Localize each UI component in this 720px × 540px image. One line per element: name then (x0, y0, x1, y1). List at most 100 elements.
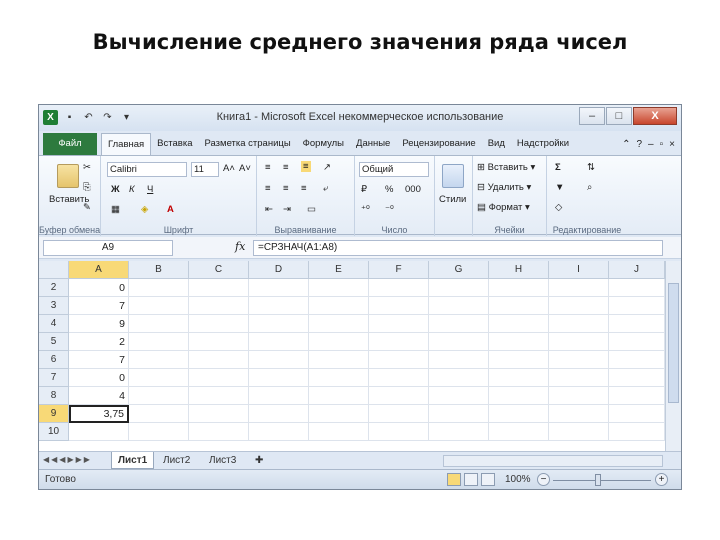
close-button[interactable]: X (633, 107, 677, 125)
cell-e5[interactable] (309, 333, 369, 351)
cell-d9[interactable] (249, 405, 309, 423)
cell-d2[interactable] (249, 279, 309, 297)
cell-g8[interactable] (429, 387, 489, 405)
cell-i2[interactable] (549, 279, 609, 297)
window-minimize-icon[interactable]: – (648, 139, 654, 150)
cell-c5[interactable] (189, 333, 249, 351)
cell-h2[interactable] (489, 279, 549, 297)
cell-f6[interactable] (369, 351, 429, 369)
cell-f8[interactable] (369, 387, 429, 405)
format-cells-button[interactable]: ▤ Формат ▾ (477, 202, 530, 213)
cell-e3[interactable] (309, 297, 369, 315)
cell-a5[interactable]: 2 (69, 333, 129, 351)
cell-j7[interactable] (609, 369, 665, 387)
cell-f3[interactable] (369, 297, 429, 315)
cell-e7[interactable] (309, 369, 369, 387)
insert-function-icon[interactable]: fx (235, 240, 245, 253)
cell-g5[interactable] (429, 333, 489, 351)
cell-i4[interactable] (549, 315, 609, 333)
row-header-10[interactable]: 10 (39, 423, 69, 441)
cell-a8[interactable]: 4 (69, 387, 129, 405)
row-header-8[interactable]: 8 (39, 387, 69, 405)
cell-d8[interactable] (249, 387, 309, 405)
cell-b6[interactable] (129, 351, 189, 369)
cell-c3[interactable] (189, 297, 249, 315)
tab-home[interactable]: Главная (101, 133, 152, 155)
bold-button[interactable]: Ж (111, 184, 120, 195)
cell-f9[interactable] (369, 405, 429, 423)
tab-page-layout[interactable]: Разметка страницы (198, 133, 296, 155)
cell-j5[interactable] (609, 333, 665, 351)
tab-file[interactable]: Файл (43, 133, 97, 155)
cell-e9[interactable] (309, 405, 369, 423)
align-top-icon[interactable]: ≡ (265, 162, 271, 173)
save-icon[interactable]: ▪ (62, 110, 77, 125)
cell-a3[interactable]: 7 (69, 297, 129, 315)
cell-h7[interactable] (489, 369, 549, 387)
styles-icon[interactable] (442, 164, 464, 188)
minimize-button[interactable]: – (579, 107, 605, 125)
align-right-icon[interactable]: ≡ (301, 183, 307, 194)
cell-h6[interactable] (489, 351, 549, 369)
cell-g3[interactable] (429, 297, 489, 315)
cell-d3[interactable] (249, 297, 309, 315)
cell-i8[interactable] (549, 387, 609, 405)
cut-icon[interactable]: ✂ (83, 162, 91, 173)
spreadsheet-grid[interactable]: A B C D E F G H I J 2 0 3 7 4 9 5 2 6 7 7 0 8 4 9 3,75 10 (39, 261, 665, 451)
row-header-7[interactable]: 7 (39, 369, 69, 387)
help-icon[interactable]: ? (636, 139, 642, 150)
fill-color-icon[interactable]: ◈ (141, 204, 148, 215)
cell-f5[interactable] (369, 333, 429, 351)
tab-data[interactable]: Данные (350, 133, 396, 155)
cell-a10[interactable] (69, 423, 129, 441)
cell-j4[interactable] (609, 315, 665, 333)
cell-j9[interactable] (609, 405, 665, 423)
autosum-button[interactable]: Σ (555, 162, 561, 173)
tab-addins[interactable]: Надстройки (511, 133, 575, 155)
cell-i9[interactable] (549, 405, 609, 423)
row-header-6[interactable]: 6 (39, 351, 69, 369)
cell-h4[interactable] (489, 315, 549, 333)
cell-i5[interactable] (549, 333, 609, 351)
cell-c7[interactable] (189, 369, 249, 387)
cell-f7[interactable] (369, 369, 429, 387)
cell-c10[interactable] (189, 423, 249, 441)
zoom-in-icon[interactable]: + (655, 473, 668, 486)
paste-icon[interactable] (57, 164, 79, 188)
sheet-tab-3[interactable]: Лист3 (203, 452, 242, 469)
column-header-d[interactable]: D (249, 261, 309, 279)
cell-g2[interactable] (429, 279, 489, 297)
cell-g9[interactable] (429, 405, 489, 423)
thousands-button[interactable]: 000 (405, 184, 421, 195)
cell-g7[interactable] (429, 369, 489, 387)
cell-a6[interactable]: 7 (69, 351, 129, 369)
increase-decimal-icon[interactable]: ⁺⁰ (361, 204, 370, 215)
vertical-scroll-thumb[interactable] (668, 283, 679, 403)
new-sheet-icon[interactable]: ✚ (249, 452, 269, 469)
insert-cells-button[interactable]: ⊞ Вставить ▾ (477, 162, 535, 173)
orientation-icon[interactable]: ↗ (323, 162, 331, 173)
cell-c6[interactable] (189, 351, 249, 369)
cell-d10[interactable] (249, 423, 309, 441)
column-header-f[interactable]: F (369, 261, 429, 279)
clear-icon[interactable]: ◇ (555, 202, 562, 213)
row-header-3[interactable]: 3 (39, 297, 69, 315)
wrap-text-icon[interactable]: ⤶ (323, 183, 328, 194)
cell-d6[interactable] (249, 351, 309, 369)
align-left-icon[interactable]: ≡ (265, 183, 271, 194)
cell-f4[interactable] (369, 315, 429, 333)
column-header-b[interactable]: B (129, 261, 189, 279)
cell-g4[interactable] (429, 315, 489, 333)
cell-a7[interactable]: 0 (69, 369, 129, 387)
cell-j10[interactable] (609, 423, 665, 441)
sheet-tab-1[interactable]: Лист1 (111, 452, 155, 469)
select-all-corner[interactable] (39, 261, 69, 279)
undo-icon[interactable]: ↶ (81, 110, 96, 125)
cell-c8[interactable] (189, 387, 249, 405)
copy-icon[interactable]: ⎘ (83, 182, 91, 193)
cell-d7[interactable] (249, 369, 309, 387)
cell-c2[interactable] (189, 279, 249, 297)
vertical-scrollbar[interactable] (665, 261, 681, 451)
borders-icon[interactable]: ▦ (111, 204, 120, 215)
column-header-j[interactable]: J (609, 261, 665, 279)
